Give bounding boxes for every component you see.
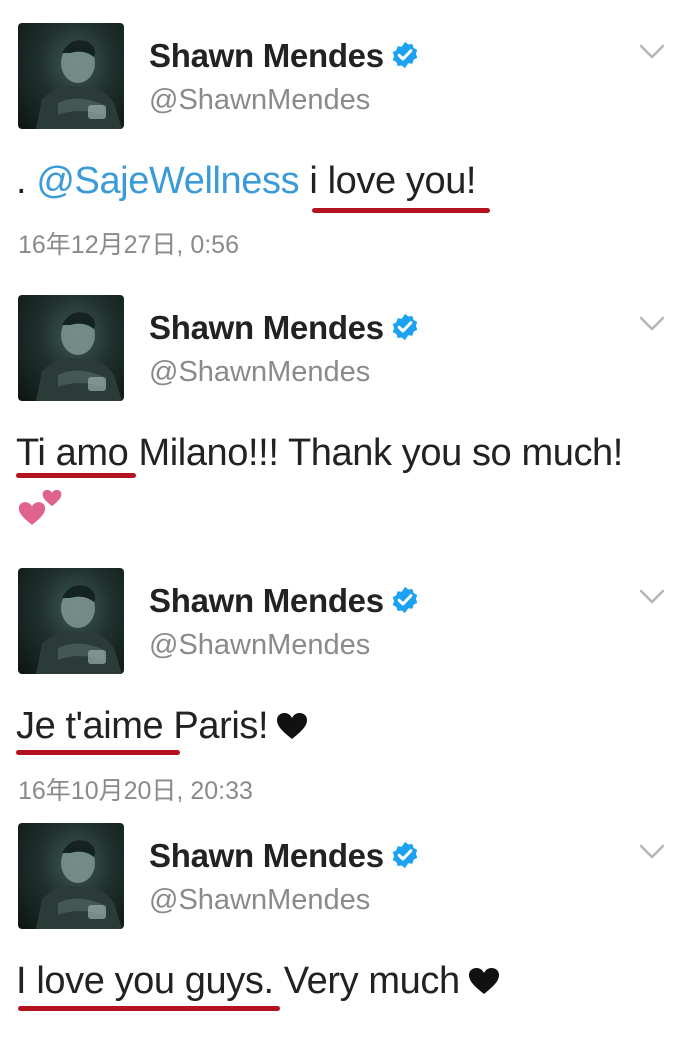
tweet-text: Je t'aime Paris! xyxy=(16,705,308,748)
black-heart-icon xyxy=(276,712,308,740)
avatar[interactable] xyxy=(18,823,124,929)
display-name-text: Shawn Mendes xyxy=(149,309,384,346)
avatar-image xyxy=(18,295,124,401)
avatar-image xyxy=(18,23,124,129)
highlight-underline xyxy=(18,1006,280,1011)
verified-badge-icon xyxy=(390,840,420,870)
chevron-down-icon[interactable] xyxy=(638,43,666,61)
display-name-text: Shawn Mendes xyxy=(149,37,384,74)
black-heart-icon xyxy=(468,967,500,995)
tweet-text: . @SajeWellness i love you! xyxy=(16,160,476,203)
display-name[interactable]: Shawn Mendes xyxy=(149,37,420,75)
user-handle[interactable]: @ShawnMendes xyxy=(149,84,370,117)
two-hearts-icon xyxy=(18,489,62,525)
verified-badge-icon xyxy=(390,40,420,70)
avatar[interactable] xyxy=(18,23,124,129)
chevron-down-icon[interactable] xyxy=(638,588,666,606)
mention-link[interactable]: @SajeWellness xyxy=(36,160,299,202)
highlight-underline xyxy=(312,208,490,213)
avatar-image xyxy=(18,568,124,674)
verified-badge-icon xyxy=(390,312,420,342)
user-handle[interactable]: @ShawnMendes xyxy=(149,356,370,389)
chevron-down-icon[interactable] xyxy=(638,315,666,333)
display-name[interactable]: Shawn Mendes xyxy=(149,582,420,620)
timestamp[interactable]: 16年12月27日, 0:56 xyxy=(18,225,239,261)
avatar-image xyxy=(18,823,124,929)
tweet-text: Ti amo Milano!!! Thank you so much! xyxy=(16,432,623,474)
highlight-underline xyxy=(16,750,180,755)
highlight-underline xyxy=(16,473,136,478)
timestamp[interactable]: 16年10月20日, 20:33 xyxy=(18,771,253,807)
tweet-text: I love you guys. Very much xyxy=(16,960,500,1003)
chevron-down-icon[interactable] xyxy=(638,843,666,861)
display-name-text: Shawn Mendes xyxy=(149,837,384,874)
tweet-text-main: i love you! xyxy=(299,160,477,202)
user-handle[interactable]: @ShawnMendes xyxy=(149,884,370,917)
tweet-text-main: I love you guys. Very much xyxy=(16,960,460,1002)
avatar[interactable] xyxy=(18,568,124,674)
user-handle[interactable]: @ShawnMendes xyxy=(149,629,370,662)
tweet-text-main: Je t'aime Paris! xyxy=(16,705,269,747)
verified-badge-icon xyxy=(390,585,420,615)
display-name-text: Shawn Mendes xyxy=(149,582,384,619)
tweet-text-prefix: . xyxy=(16,160,37,202)
avatar[interactable] xyxy=(18,295,124,401)
display-name[interactable]: Shawn Mendes xyxy=(149,837,420,875)
display-name[interactable]: Shawn Mendes xyxy=(149,309,420,347)
